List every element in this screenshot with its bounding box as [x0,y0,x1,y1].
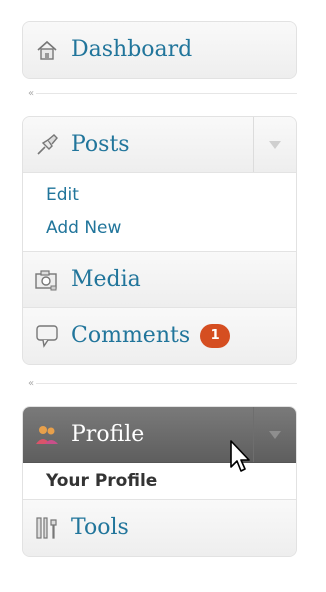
menu-item-dashboard[interactable]: Dashboard [23,22,296,78]
separator-line [36,93,297,94]
menu-label-posts: Posts [71,131,130,157]
menu-label-tools: Tools [71,515,129,540]
menu-group-users: Profile Your Profile Tools [22,406,297,557]
submenu-item-your-profile[interactable]: Your Profile [23,463,296,500]
menu-label-profile: Profile [71,421,145,447]
posts-expand-toggle[interactable] [253,117,296,172]
menu-item-media[interactable]: Media [23,252,296,308]
posts-submenu: Edit Add New [23,173,296,252]
menu-label-comments: Comments [71,323,191,348]
menu-item-comments[interactable]: Comments 1 [23,308,296,364]
users-icon [33,421,61,449]
camera-icon [33,266,61,294]
menu-label-dashboard: Dashboard [71,37,193,62]
speech-bubble-icon [33,322,61,350]
profile-expand-toggle[interactable] [253,407,296,462]
pushpin-icon [33,131,61,159]
submenu-item-edit[interactable]: Edit [23,179,296,212]
collapse-arrows-icon[interactable]: « [28,88,34,100]
menu-group-content: Posts Edit Add New Media Comments 1 [22,116,297,365]
chevron-down-icon [269,430,281,439]
separator-line [36,383,297,384]
menu-group-dashboard: Dashboard [22,21,297,79]
mouse-cursor-icon [230,440,250,472]
menu-separator[interactable]: « [22,378,297,390]
menu-label-media: Media [71,266,141,292]
menu-item-profile[interactable]: Profile [23,407,296,463]
collapse-arrows-icon[interactable]: « [28,378,34,390]
submenu-item-add-new[interactable]: Add New [23,212,296,245]
menu-separator[interactable]: « [22,88,297,100]
pending-comments-badge: 1 [200,324,231,348]
menu-item-tools[interactable]: Tools [23,500,296,556]
tools-icon [33,514,61,542]
chevron-down-icon [269,140,281,149]
menu-item-posts[interactable]: Posts [23,117,296,173]
home-icon [33,36,61,64]
